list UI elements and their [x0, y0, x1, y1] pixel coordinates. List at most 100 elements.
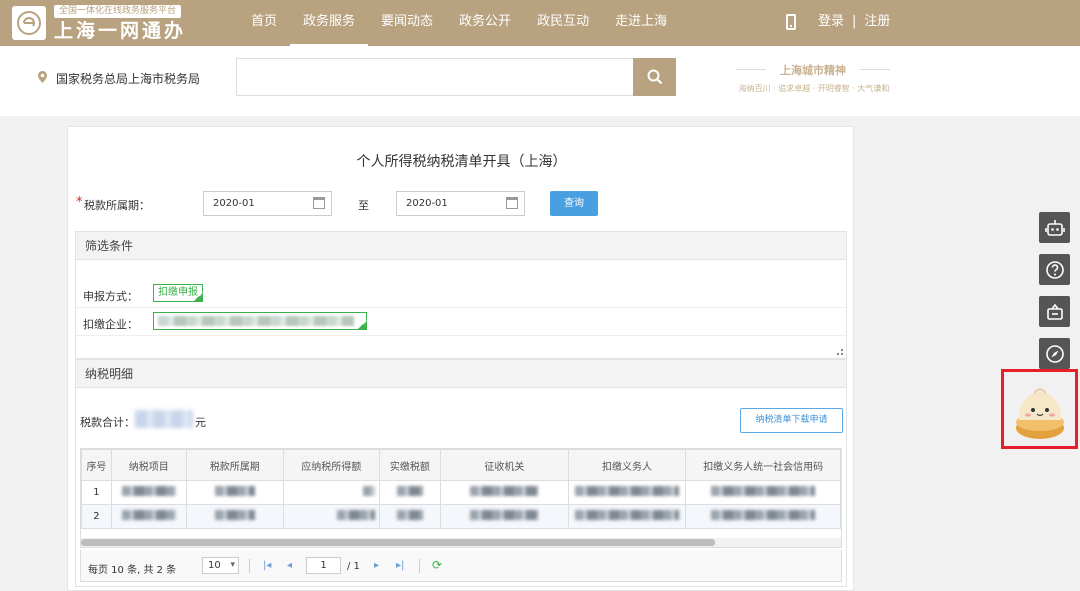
mascot-highlight[interactable]	[1001, 369, 1078, 449]
calendar-icon[interactable]	[506, 197, 518, 209]
last-page-icon[interactable]: ▸|	[396, 560, 404, 571]
period-start-value: 2020-01	[213, 198, 255, 209]
period-end-input[interactable]: 2020-01	[396, 191, 525, 216]
page-summary: 每页 10 条, 共 2 条	[88, 565, 177, 576]
page-title: 个人所得税纳税清单开具（上海）	[356, 154, 567, 170]
prev-page-icon[interactable]: ◂	[287, 560, 292, 571]
nav-home[interactable]: 首页	[238, 0, 290, 46]
redacted-tax-sum	[135, 410, 193, 428]
table-row[interactable]: 2	[81, 504, 841, 529]
table-cell	[110, 504, 187, 529]
auth-links: 登录 | 注册	[818, 0, 890, 44]
redacted-value	[574, 486, 679, 496]
redacted-value	[711, 510, 816, 520]
redacted-value	[470, 510, 539, 520]
col-header[interactable]: 纳税项目	[110, 449, 187, 481]
pagination: 每页 10 条, 共 2 条 10 |◂ ◂ 1 / 1 ▸ ▸| ⟳	[80, 550, 842, 582]
redacted-value	[470, 486, 539, 496]
page-size-select[interactable]: 10	[202, 557, 239, 574]
nav-interaction[interactable]: 政民互动	[524, 0, 602, 46]
top-navbar: 全国一体化在线政务服务平台 上海一网通办 首页 政务服务 要闻动态 政务公开 政…	[0, 0, 1080, 46]
nav-news[interactable]: 要闻动态	[368, 0, 446, 46]
row-divider	[76, 307, 846, 308]
site-logo[interactable]	[12, 6, 46, 40]
redacted-value	[711, 486, 816, 496]
tax-sum-text: 税款合计：	[80, 416, 135, 429]
help-button[interactable]	[1039, 254, 1070, 285]
redacted-company	[158, 316, 354, 326]
service-icon	[1046, 303, 1063, 320]
mobile-icon[interactable]	[786, 14, 796, 30]
auth-separator: |	[852, 14, 857, 29]
col-header[interactable]: 应纳税所得额	[283, 449, 380, 481]
search-input[interactable]	[236, 58, 634, 96]
redacted-value	[396, 486, 423, 496]
logo-icon	[17, 11, 41, 35]
page-number-input[interactable]: 1	[306, 557, 341, 574]
col-header[interactable]: 扣缴义务人	[567, 449, 687, 481]
department-name[interactable]: 国家税务总局上海市税务局	[56, 70, 200, 87]
col-header[interactable]: 序号	[81, 449, 112, 481]
main-nav: 首页 政务服务 要闻动态 政务公开 政民互动 走进上海	[238, 0, 680, 46]
detail-section: 纳税明细 税款合计： 元 纳税清单下载申请 序号 纳税项目 税款所属期 应纳税所得…	[75, 359, 847, 587]
period-start-input[interactable]: 2020-01	[203, 191, 332, 216]
period-end-value: 2020-01	[406, 198, 448, 209]
table-cell	[110, 480, 187, 505]
row-divider	[76, 335, 846, 336]
first-page-icon[interactable]: |◂	[263, 560, 271, 571]
required-mark: *	[76, 195, 83, 210]
compass-icon	[1045, 344, 1064, 363]
nav-gov-services[interactable]: 政务服务	[290, 0, 369, 46]
table-cell	[185, 504, 285, 529]
table-cell	[283, 504, 380, 529]
query-button[interactable]: 查询	[550, 191, 598, 216]
detail-title: 纳税明细	[76, 360, 846, 388]
col-header[interactable]: 征收机关	[440, 449, 569, 481]
guide-button[interactable]	[1039, 338, 1070, 369]
redacted-value	[121, 510, 176, 520]
search-button[interactable]	[633, 58, 676, 96]
col-header[interactable]: 税款所属期	[185, 449, 285, 481]
selected-check-icon	[193, 287, 204, 303]
table-cell	[567, 504, 687, 529]
col-header[interactable]: 实缴税额	[378, 449, 442, 481]
pager-divider	[249, 559, 250, 573]
platform-tag: 全国一体化在线政务服务平台	[54, 5, 182, 18]
calendar-icon[interactable]	[313, 197, 325, 209]
help-icon	[1045, 260, 1064, 279]
redacted-value	[214, 486, 255, 496]
sub-header: 国家税务总局上海市税务局 上海城市精神 海纳百川 · 追求卓越 · 开明睿智 ·…	[0, 46, 1080, 116]
table-row[interactable]: 1	[81, 480, 841, 505]
pager-divider	[419, 559, 420, 573]
nav-open-gov[interactable]: 政务公开	[446, 0, 524, 46]
redacted-value	[214, 510, 255, 520]
city-spirit-motto: 海纳百川 · 追求卓越 · 开明睿智 · 大气谦和	[738, 84, 890, 93]
col-header[interactable]: 扣缴义务人统一社会信用码	[685, 449, 841, 481]
selected-check-icon	[357, 315, 368, 331]
company-tag[interactable]	[153, 312, 368, 331]
service-button[interactable]	[1039, 296, 1070, 327]
redacted-value	[336, 510, 375, 520]
table-cell	[685, 504, 841, 529]
site-name[interactable]: 上海一网通办	[54, 20, 186, 42]
login-link[interactable]: 登录	[818, 14, 844, 29]
horizontal-scrollbar[interactable]	[81, 538, 841, 547]
robot-assistant-button[interactable]	[1039, 212, 1070, 243]
table: 序号 纳税项目 税款所属期 应纳税所得额 实缴税额 征收机关 扣缴义务人 扣缴义…	[81, 449, 841, 529]
table-cell	[567, 480, 687, 505]
declare-method-tag[interactable]: 扣缴申报	[153, 284, 204, 303]
scrollbar-thumb[interactable]	[81, 539, 715, 546]
resize-handle-icon[interactable]	[837, 349, 843, 355]
next-page-icon[interactable]: ▸	[374, 560, 379, 571]
table-cell	[378, 504, 442, 529]
nav-about-shanghai[interactable]: 走进上海	[602, 0, 680, 46]
redacted-value	[574, 510, 679, 520]
register-link[interactable]: 注册	[864, 14, 890, 29]
tax-detail-table: 序号 纳税项目 税款所属期 应纳税所得额 实缴税额 征收机关 扣缴义务人 扣缴义…	[80, 448, 842, 548]
download-request-button[interactable]: 纳税清单下载申请	[740, 408, 843, 433]
refresh-icon[interactable]: ⟳	[432, 558, 442, 572]
table-cell	[283, 480, 380, 505]
declare-method-label: 申报方式：	[83, 290, 138, 303]
city-spirit-title: 上海城市精神	[736, 62, 890, 78]
period-label: 税款所属期：	[84, 199, 150, 212]
